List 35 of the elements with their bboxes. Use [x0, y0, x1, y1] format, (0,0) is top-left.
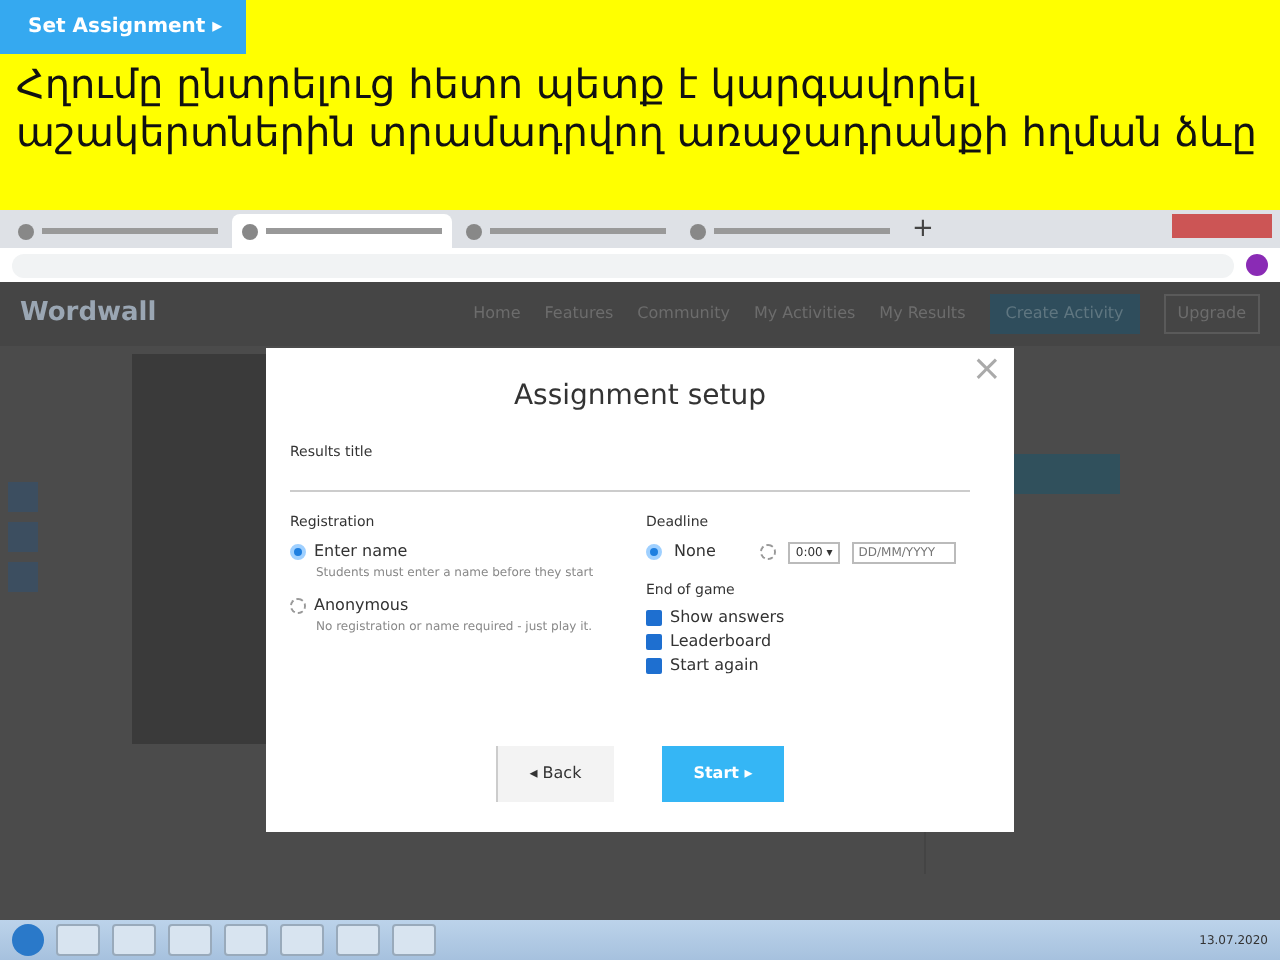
radio-label: None: [674, 540, 716, 564]
profile-avatar[interactable]: [1246, 254, 1268, 276]
set-assignment-button[interactable]: Set Assignment ▸: [0, 0, 247, 54]
modal-title: Assignment setup: [511, 378, 769, 416]
taskbar-app-icon[interactable]: [56, 924, 100, 956]
taskbar-app-icon[interactable]: [112, 924, 156, 956]
checkbox-label: Leaderboard: [670, 629, 772, 653]
favicon-icon: [242, 223, 258, 239]
radio-label: Anonymous: [314, 594, 409, 618]
taskbar-app-icon[interactable]: [336, 924, 380, 956]
radio-button[interactable]: [759, 544, 776, 560]
browser-tab[interactable]: [232, 214, 452, 248]
new-tab-button[interactable]: +: [904, 214, 942, 248]
radio-button[interactable]: [646, 544, 662, 560]
close-button[interactable]: ×: [971, 348, 1002, 392]
taskbar-app-icon[interactable]: [168, 924, 212, 956]
start-orb-icon[interactable]: [12, 924, 44, 956]
favicon-icon: [466, 223, 482, 239]
slide-heading: Հղումը ընտրելուց հետո պետք է կարգավորել աշակերտներին տրամադրվող առաջադրանքի հղման ձևը: [16, 60, 1259, 156]
radio-button[interactable]: [290, 544, 306, 560]
checkbox[interactable]: [646, 609, 662, 625]
taskbar-app-icon[interactable]: [224, 924, 268, 956]
favicon-icon: [690, 223, 706, 239]
checkbox-label: Start again: [670, 653, 759, 677]
taskbar-app-icon[interactable]: [280, 924, 324, 956]
checkbox[interactable]: [646, 657, 662, 673]
start-button[interactable]: Start ▸: [661, 745, 785, 801]
taskbar-app-icon[interactable]: [392, 924, 436, 956]
radio-label: Enter name: [314, 540, 408, 564]
back-button[interactable]: ◂ Back: [495, 745, 614, 801]
radio-button[interactable]: [290, 598, 306, 614]
checkbox[interactable]: [646, 633, 662, 649]
site-logo[interactable]: Wordwall: [20, 294, 157, 334]
favicon-icon: [18, 223, 34, 239]
checkbox-label: Show answers: [670, 605, 785, 629]
